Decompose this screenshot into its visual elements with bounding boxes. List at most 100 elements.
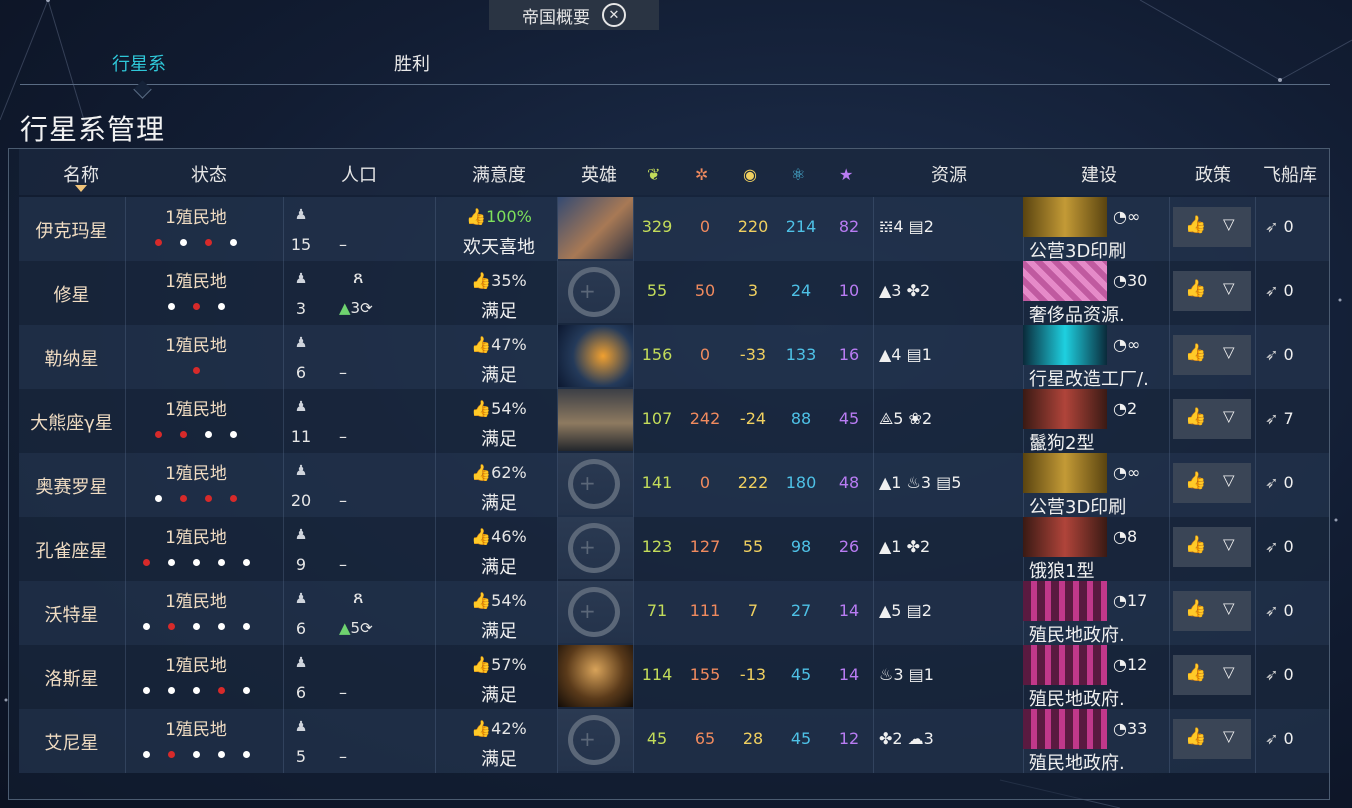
construction-name[interactable]: 公营3D印刷 [1029, 493, 1126, 519]
policy-dropdown[interactable]: 👍 ▽ [1173, 335, 1251, 375]
hero-portrait[interactable] [558, 197, 633, 259]
planet-dots [131, 431, 261, 438]
column-shipyard[interactable]: 飞船库 [1255, 161, 1325, 187]
planet-dot [192, 367, 200, 374]
construction-thumbnail[interactable] [1023, 645, 1107, 685]
shipyard-count[interactable]: ➶ 0 [1265, 473, 1294, 492]
system-name[interactable]: 艾尼星 [19, 729, 124, 755]
policy-dropdown[interactable]: 👍 ▽ [1173, 719, 1251, 759]
shipyard-count[interactable]: ➶ 0 [1265, 665, 1294, 684]
planet-dot [142, 559, 150, 566]
system-name[interactable]: 洛斯星 [19, 665, 124, 691]
influence-icon[interactable]: ★ [839, 165, 853, 184]
system-name[interactable]: 孔雀座星 [19, 537, 124, 563]
column-satisfaction[interactable]: 满意度 [449, 161, 549, 187]
column-divider [283, 261, 284, 325]
policy-dropdown[interactable]: 👍 ▽ [1173, 591, 1251, 631]
policy-dropdown[interactable]: 👍 ▽ [1173, 527, 1251, 567]
construction-name[interactable]: 行星改造工厂/. [1029, 365, 1149, 391]
construction-name[interactable]: 鬣狗2型 [1029, 429, 1094, 455]
planet-dot [205, 239, 212, 246]
construction-thumbnail[interactable] [1023, 325, 1107, 365]
food-value: 71 [646, 601, 668, 620]
hero-portrait[interactable] [558, 645, 633, 707]
construction-thumbnail[interactable] [1023, 453, 1107, 493]
column-hero[interactable]: 英雄 [564, 161, 634, 187]
system-name[interactable]: 勒纳星 [19, 345, 124, 371]
table-row[interactable]: 大熊座γ星 1殖民地 ♟ 11– 👍54% 满足 107 242 -24 88 45 ⟁5 ❀2 ◔2 鬣… [19, 389, 1329, 455]
shipyard-count[interactable]: ➶ 0 [1265, 345, 1294, 364]
hero-portrait[interactable] [558, 325, 633, 387]
system-name[interactable]: 沃特星 [19, 601, 124, 627]
policy-dropdown[interactable]: 👍 ▽ [1173, 399, 1251, 439]
hero-slot-empty[interactable]: + [558, 453, 633, 515]
tab-victory[interactable]: 胜利 [394, 50, 430, 76]
construction-thumbnail[interactable] [1023, 581, 1107, 621]
column-population[interactable]: 人口 [319, 161, 399, 187]
thumbs-up-icon: 👍 [1185, 663, 1207, 683]
policy-dropdown[interactable]: 👍 ▽ [1173, 271, 1251, 311]
shipyard-count[interactable]: ➶ 7 [1265, 409, 1294, 428]
column-name[interactable]: 名称 [41, 161, 121, 187]
food-value: 114 [641, 665, 673, 684]
satisfaction-percent: 57% [491, 655, 527, 674]
table-row[interactable]: 伊克玛星 1殖民地 ♟ 15– 👍100% 欢天喜地 329 0 220 214 82 𝍍4 ▤2 ◔∞… [19, 197, 1329, 263]
population-icon: ♟ [294, 591, 308, 607]
dust-icon[interactable]: ◉ [743, 165, 757, 184]
system-name[interactable]: 奥赛罗星 [19, 473, 124, 499]
dust-value: 7 [747, 601, 759, 620]
table-row[interactable]: 洛斯星 1殖民地 ♟ 6– 👍57% 满足 114 155 -13 45 14 ♨3 ▤1 ◔12 殖民地… [19, 645, 1329, 711]
column-construction[interactable]: 建设 [1049, 161, 1149, 187]
construction-name[interactable]: 公营3D印刷 [1029, 237, 1126, 263]
thumbs-up-icon: 👍 [471, 271, 492, 290]
shipyard-count[interactable]: ➶ 0 [1265, 729, 1294, 748]
hero-slot-empty[interactable]: + [558, 581, 633, 643]
system-name[interactable]: 伊克玛星 [19, 217, 124, 243]
satisfaction-percent: 54% [491, 399, 527, 418]
construction-thumbnail[interactable] [1023, 709, 1107, 749]
system-name[interactable]: 大熊座γ星 [19, 409, 124, 435]
hero-slot-empty[interactable]: + [558, 517, 633, 579]
tab-star-systems[interactable]: 行星系 [112, 50, 166, 76]
policy-dropdown[interactable]: 👍 ▽ [1173, 207, 1251, 247]
system-name[interactable]: 修星 [19, 281, 124, 307]
construction-name[interactable]: 饿狼1型 [1029, 557, 1094, 583]
column-status[interactable]: 状态 [169, 161, 249, 187]
column-resources[interactable]: 资源 [899, 161, 999, 187]
close-icon[interactable]: ✕ [602, 3, 626, 27]
hero-slot-empty[interactable]: + [558, 709, 633, 771]
planet-dots [131, 239, 261, 246]
ship-icon: ➶ [1265, 409, 1284, 428]
table-row[interactable]: 艾尼星 1殖民地 ♟ 5– 👍42% 满足 +45 65 28 45 12 ✤2 ☁3 ◔33 殖民地政府… [19, 709, 1329, 775]
column-policy[interactable]: 政策 [1173, 161, 1253, 187]
construction-turns: ◔∞ [1113, 463, 1141, 482]
shipyard-count[interactable]: ➶ 0 [1265, 217, 1294, 236]
table-row[interactable]: 孔雀座星 1殖民地 ♟ 9– 👍46% 满足 +123 127 55 98 26 ▲1 ✤2 ◔8 饿狼1… [19, 517, 1329, 583]
science-icon[interactable]: ⚛ [791, 165, 805, 184]
shipyard-count[interactable]: ➶ 0 [1265, 537, 1294, 556]
table-row[interactable]: 沃特星 1殖民地 ♟ 6 ጸ ▲5⟳ 👍54% 满足 +71 111 7 27 14 ▲5 ▤2 ◔17 殖民… [19, 581, 1329, 647]
construction-name[interactable]: 殖民地政府. [1029, 685, 1125, 711]
construction-thumbnail[interactable] [1023, 517, 1107, 557]
hero-slot-empty[interactable]: + [558, 261, 633, 323]
food-icon[interactable]: ❦ [647, 165, 660, 184]
table-row[interactable]: 修星 1殖民地 ♟ 3 ጸ ▲3⟳ 👍35% 满足 +55 50 3 24 10 ▲3 ✤2 ◔30 奢侈品资… [19, 261, 1329, 327]
policy-dropdown[interactable]: 👍 ▽ [1173, 655, 1251, 695]
shipyard-count[interactable]: ➶ 0 [1265, 281, 1294, 300]
industry-value: 50 [694, 281, 716, 300]
construction-thumbnail[interactable] [1023, 261, 1107, 301]
construction-name[interactable]: 殖民地政府. [1029, 749, 1125, 775]
ship-icon: ➶ [1265, 217, 1284, 236]
construction-name[interactable]: 奢侈品资源. [1029, 301, 1125, 327]
policy-dropdown[interactable]: 👍 ▽ [1173, 463, 1251, 503]
table-row[interactable]: 勒纳星 1殖民地 ♟ 6– 👍47% 满足 156 0 -33 133 16 ▲4 ▤1 ◔∞ 行星改造工… [19, 325, 1329, 391]
table-row[interactable]: 奥赛罗星 1殖民地 ♟ 20– 👍62% 满足 +141 0 222 180 48 ▲1 ♨3 ▤5 ◔… [19, 453, 1329, 519]
column-divider [125, 709, 126, 773]
construction-thumbnail[interactable] [1023, 197, 1107, 237]
hero-portrait[interactable] [558, 389, 633, 451]
construction-thumbnail[interactable] [1023, 389, 1107, 429]
construction-name[interactable]: 殖民地政府. [1029, 621, 1125, 647]
industry-icon[interactable]: ✲ [695, 165, 708, 184]
column-divider [873, 581, 874, 645]
shipyard-count[interactable]: ➶ 0 [1265, 601, 1294, 620]
